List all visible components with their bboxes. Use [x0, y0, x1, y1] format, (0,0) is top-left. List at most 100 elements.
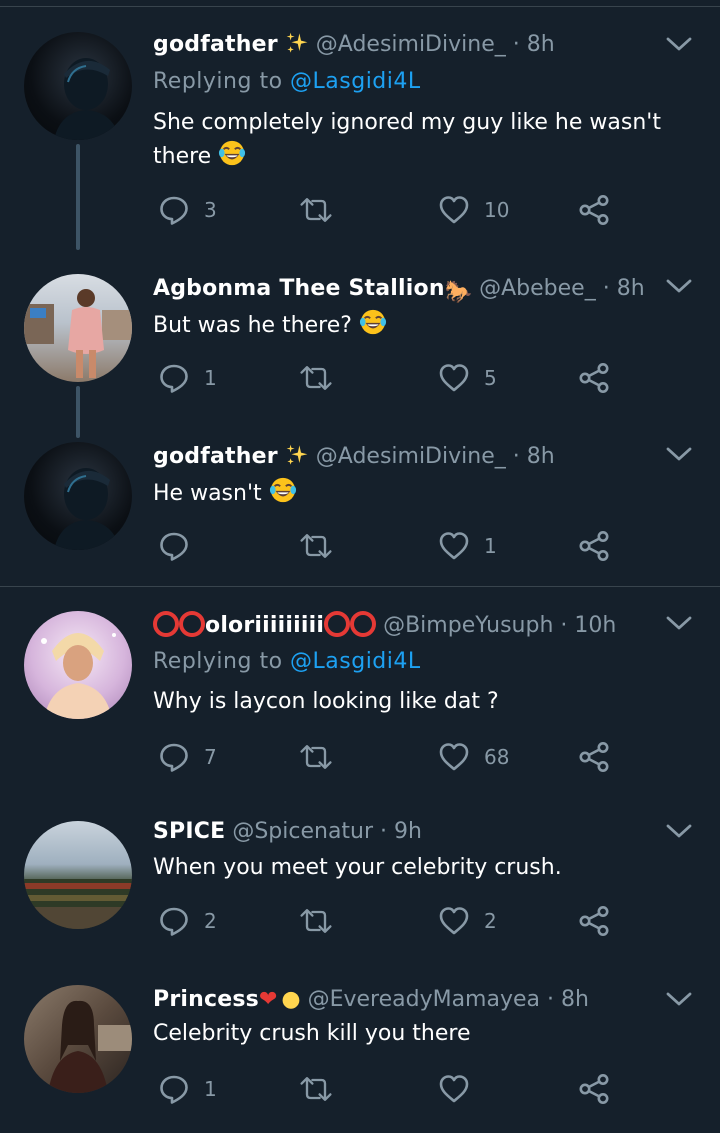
tweet-5[interactable]: SPICE @Spicenatur · 9h When you meet you… — [0, 795, 720, 963]
tweet-text-line: But was he there? — [153, 313, 352, 338]
timestamp[interactable]: · 8h — [513, 444, 555, 469]
mention-link[interactable]: @Lasgidi4L — [290, 69, 421, 94]
red-heart-icon: ❤ — [258, 987, 278, 1012]
reply-icon — [158, 741, 190, 773]
reply-button[interactable]: 3 — [158, 190, 217, 230]
display-name[interactable]: SPICE — [153, 819, 225, 844]
tweet-text-line: He wasn't — [153, 481, 262, 506]
tweet-6[interactable]: Princess❤ ● @EvereadyMamayea · 8h Celebri… — [0, 963, 720, 1133]
avatar[interactable] — [24, 985, 132, 1093]
tweet-2[interactable]: Agbonma Thee Stallion🐎 @Abebee_ · 8h But… — [0, 250, 720, 438]
handle[interactable]: @Spicenatur — [232, 819, 373, 844]
tweet-text: Why is laycon looking like dat ? — [153, 685, 683, 718]
retweet-icon — [298, 195, 334, 225]
avatar[interactable] — [24, 442, 132, 550]
display-name[interactable]: Agbonma Thee Stallion — [153, 276, 445, 301]
reply-button[interactable]: 1 — [158, 358, 217, 398]
display-name[interactable]: godfather — [153, 32, 278, 57]
tears-of-joy-emoji-icon — [269, 476, 297, 504]
handle[interactable]: @AdesimiDivine_ — [316, 444, 506, 469]
tears-of-joy-emoji-icon — [218, 139, 246, 167]
chevron-down-icon[interactable] — [665, 985, 693, 1013]
display-name[interactable]: oloriiiiiiiii — [205, 613, 324, 638]
chevron-down-icon[interactable] — [665, 272, 693, 300]
tweet-actions: 2 2 — [153, 901, 633, 941]
avatar[interactable] — [24, 274, 132, 382]
avatar[interactable] — [24, 611, 132, 719]
reply-button[interactable]: 1 — [158, 1069, 217, 1109]
share-icon — [578, 194, 610, 226]
handle[interactable]: @AdesimiDivine_ — [316, 32, 506, 57]
timestamp[interactable]: · 8h — [603, 276, 645, 301]
reply-button[interactable] — [158, 526, 204, 566]
chevron-down-icon[interactable] — [665, 30, 693, 58]
tweet-header: Princess❤ ● @EvereadyMamayea · 8h — [153, 983, 589, 1017]
tweet-4[interactable]: oloriiiiiiiii @BimpeYusuph · 10h Replyin… — [0, 587, 720, 795]
avatar[interactable] — [24, 32, 132, 140]
chevron-down-icon[interactable] — [665, 817, 693, 845]
red-circle-icon — [324, 611, 351, 637]
like-count: 2 — [484, 909, 497, 933]
heart-icon — [438, 194, 470, 226]
like-button[interactable]: 10 — [438, 190, 509, 230]
tweet-1[interactable]: godfather @AdesimiDivine_ · 8h Replying … — [0, 0, 720, 250]
like-button[interactable]: 1 — [438, 526, 497, 566]
reply-button[interactable]: 7 — [158, 737, 217, 777]
reply-icon — [158, 1073, 190, 1105]
like-button[interactable] — [438, 1069, 484, 1109]
retweet-button[interactable] — [298, 526, 334, 566]
timestamp[interactable]: · 8h — [547, 987, 589, 1012]
timestamp[interactable]: · 9h — [380, 819, 422, 844]
share-icon — [578, 905, 610, 937]
tweet-header: godfather @AdesimiDivine_ · 8h — [153, 28, 555, 62]
heart-icon — [438, 905, 470, 937]
light-bulb-icon: ● — [281, 987, 301, 1012]
avatar-photo — [48, 1000, 132, 1093]
red-circle-icon — [179, 611, 205, 637]
handle[interactable]: @EvereadyMamayea — [308, 987, 540, 1012]
handle[interactable]: @Abebee_ — [479, 276, 596, 301]
reply-button[interactable]: 2 — [158, 901, 217, 941]
tweet-3[interactable]: godfather @AdesimiDivine_ · 8h He wasn't… — [0, 420, 720, 586]
retweet-icon — [298, 363, 334, 393]
timestamp[interactable]: · 8h — [513, 32, 555, 57]
retweet-button[interactable] — [298, 190, 334, 230]
reply-icon — [158, 530, 190, 562]
retweet-button[interactable] — [298, 1069, 334, 1109]
display-name[interactable]: Princess — [153, 987, 259, 1012]
share-button[interactable] — [578, 901, 610, 941]
handle[interactable]: @BimpeYusuph — [383, 613, 553, 638]
share-button[interactable] — [578, 358, 610, 398]
chevron-down-icon[interactable] — [665, 609, 693, 637]
tears-of-joy-emoji-icon — [359, 308, 387, 336]
avatar[interactable] — [24, 821, 132, 929]
display-name[interactable]: godfather — [153, 444, 278, 469]
share-button[interactable] — [578, 526, 610, 566]
like-count: 5 — [484, 366, 497, 390]
share-button[interactable] — [578, 1069, 610, 1109]
share-button[interactable] — [578, 190, 610, 230]
like-button[interactable]: 5 — [438, 358, 497, 398]
reply-icon — [158, 905, 190, 937]
retweet-button[interactable] — [298, 901, 334, 941]
mention-link[interactable]: @Lasgidi4L — [290, 649, 421, 674]
tweet-actions: 1 — [153, 526, 633, 566]
red-circle-icon — [350, 611, 377, 637]
avatar-photo — [24, 879, 132, 929]
retweet-icon — [298, 906, 334, 936]
retweet-icon — [298, 742, 334, 772]
like-button[interactable]: 2 — [438, 901, 497, 941]
share-button[interactable] — [578, 737, 610, 777]
avatar-silhouette — [54, 58, 120, 140]
tweet-text-line: When you meet your celebrity crush. — [153, 855, 562, 880]
reply-icon — [158, 362, 190, 394]
timestamp[interactable]: · 10h — [560, 613, 616, 638]
retweet-button[interactable] — [298, 737, 334, 777]
reply-count: 7 — [204, 745, 217, 769]
chevron-down-icon[interactable] — [665, 440, 693, 468]
tweet-header: SPICE @Spicenatur · 9h — [153, 815, 422, 849]
avatar-photo — [41, 633, 116, 719]
like-button[interactable]: 68 — [438, 737, 509, 777]
share-icon — [578, 1073, 610, 1105]
retweet-button[interactable] — [298, 358, 334, 398]
